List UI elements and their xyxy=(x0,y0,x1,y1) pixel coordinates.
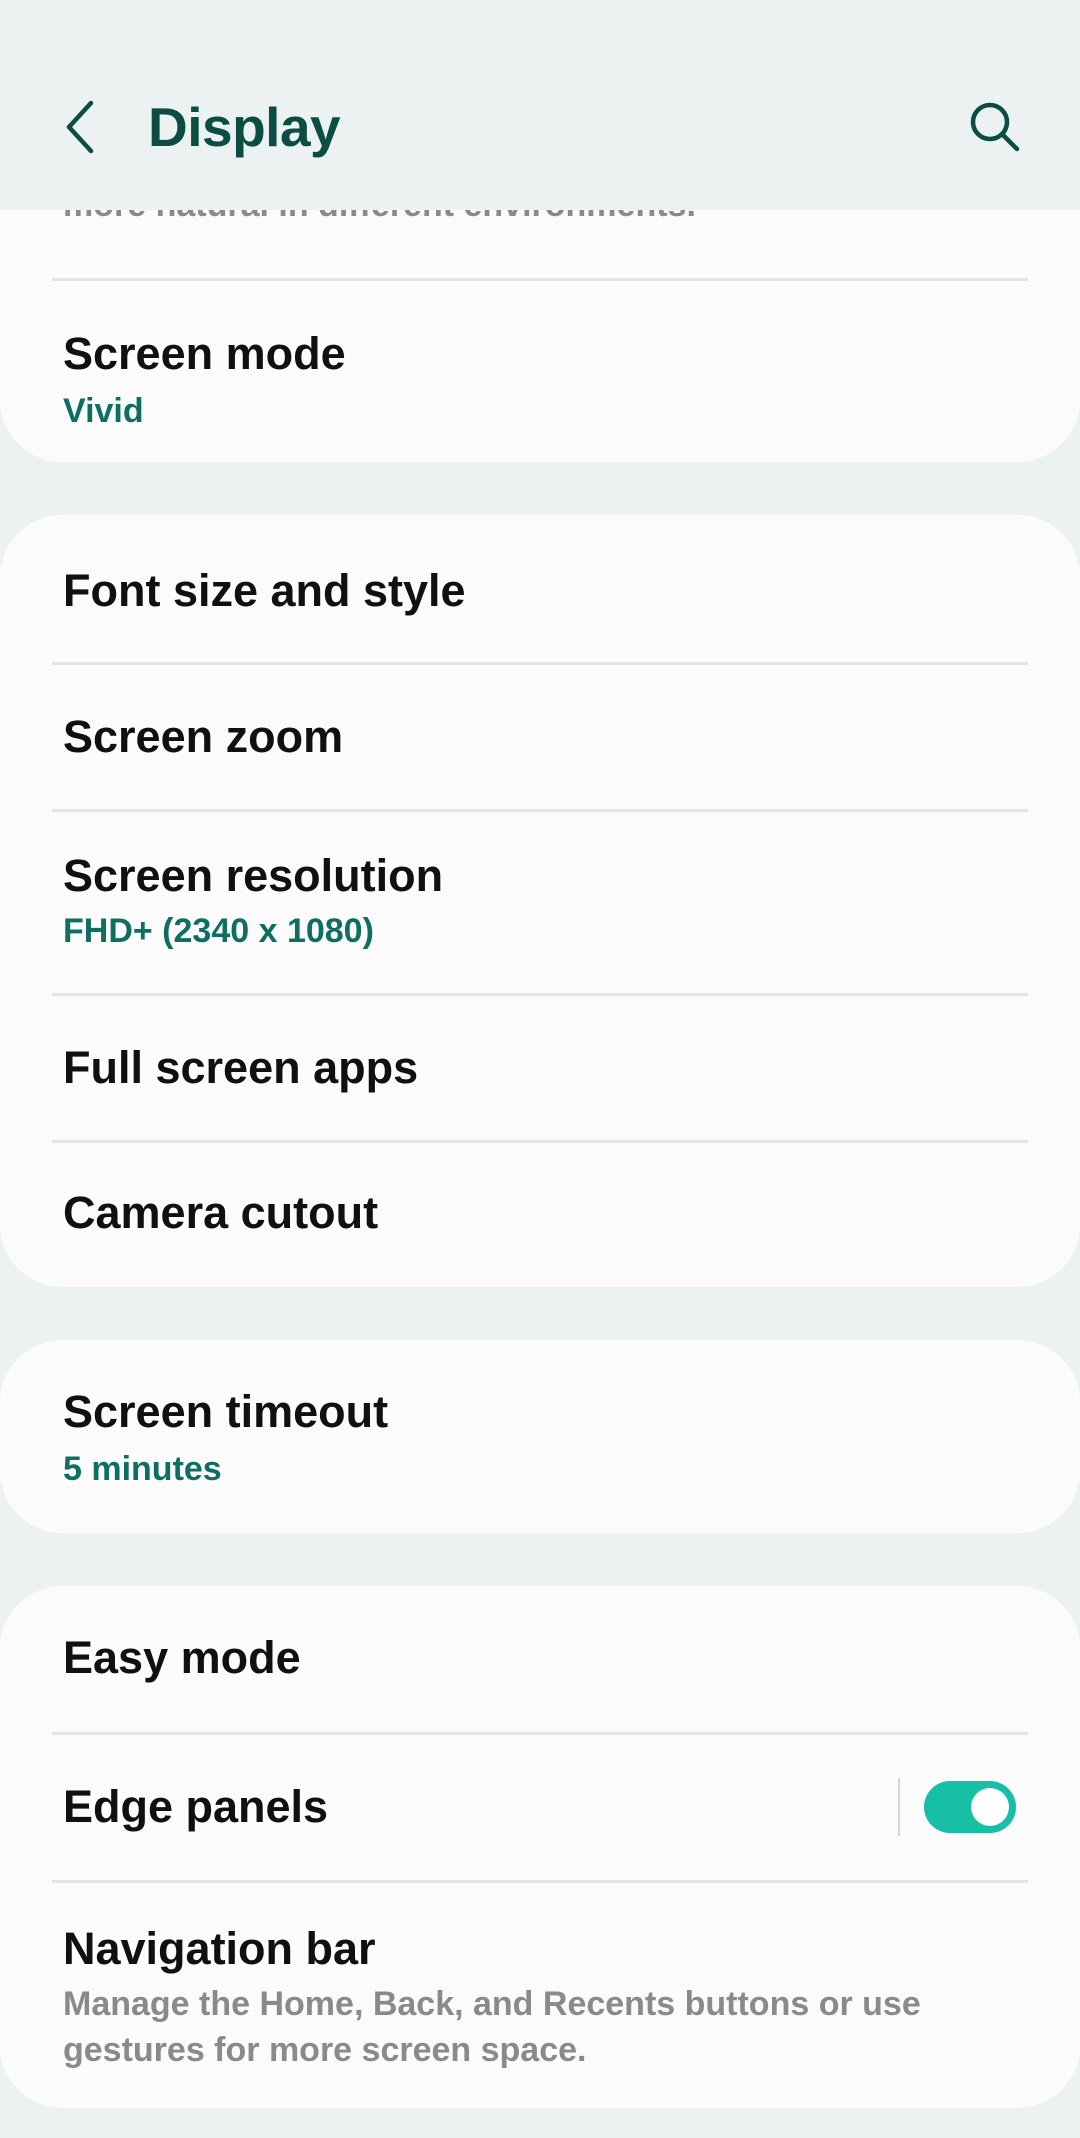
back-button[interactable] xyxy=(55,92,105,162)
navigation-bar-label: Navigation bar xyxy=(63,1923,376,1974)
easy-mode-item[interactable]: Easy mode xyxy=(0,1586,1080,1732)
full-screen-apps-item[interactable]: Full screen apps xyxy=(0,996,1080,1140)
screen-timeout-item[interactable]: Screen timeout 5 minutes xyxy=(0,1340,1080,1533)
easy-mode-label: Easy mode xyxy=(63,1632,301,1683)
screen-mode-label: Screen mode xyxy=(63,328,346,379)
toggle-separator xyxy=(898,1778,900,1836)
screen-timeout-label: Screen timeout xyxy=(63,1386,389,1437)
page-title: Display xyxy=(148,96,341,158)
camera-cutout-item[interactable]: Camera cutout xyxy=(0,1143,1080,1287)
font-size-item[interactable]: Font size and style xyxy=(0,515,1080,662)
top-app-bar: Display xyxy=(0,0,1080,210)
navigation-bar-description: Manage the Home, Back, and Recents butto… xyxy=(63,1985,921,2069)
card-system-options: Easy mode Edge panels Navigation bar Man… xyxy=(0,1586,1080,2108)
card-screen-mode: Screen mode Vivid xyxy=(0,210,1080,462)
screen-mode-item[interactable]: Screen mode Vivid xyxy=(0,281,1080,462)
screen-zoom-item[interactable]: Screen zoom xyxy=(0,665,1080,809)
screen-zoom-label: Screen zoom xyxy=(63,711,344,762)
screen-mode-value: Vivid xyxy=(63,392,144,430)
screen-resolution-label: Screen resolution xyxy=(63,850,444,901)
edge-panels-label: Edge panels xyxy=(63,1781,329,1832)
screen-resolution-value: FHD+ (2340 x 1080) xyxy=(63,912,374,950)
edge-panels-item[interactable]: Edge panels xyxy=(0,1735,1080,1880)
full-screen-apps-label: Full screen apps xyxy=(63,1042,419,1093)
search-icon xyxy=(970,102,1020,152)
camera-cutout-label: Camera cutout xyxy=(63,1187,379,1238)
chevron-left-icon xyxy=(66,100,94,154)
toggle-knob xyxy=(971,1788,1009,1826)
font-size-label: Font size and style xyxy=(63,565,466,616)
navigation-bar-item[interactable]: Navigation bar Manage the Home, Back, an… xyxy=(0,1883,1080,2108)
screen-resolution-item[interactable]: Screen resolution FHD+ (2340 x 1080) xyxy=(0,812,1080,995)
card-display-options: Font size and style Screen zoom Screen r… xyxy=(0,515,1080,1287)
screen-timeout-value: 5 minutes xyxy=(63,1450,222,1488)
search-button[interactable] xyxy=(960,92,1030,162)
card-screen-timeout: Screen timeout 5 minutes xyxy=(0,1340,1080,1533)
edge-panels-toggle[interactable] xyxy=(924,1781,1016,1833)
